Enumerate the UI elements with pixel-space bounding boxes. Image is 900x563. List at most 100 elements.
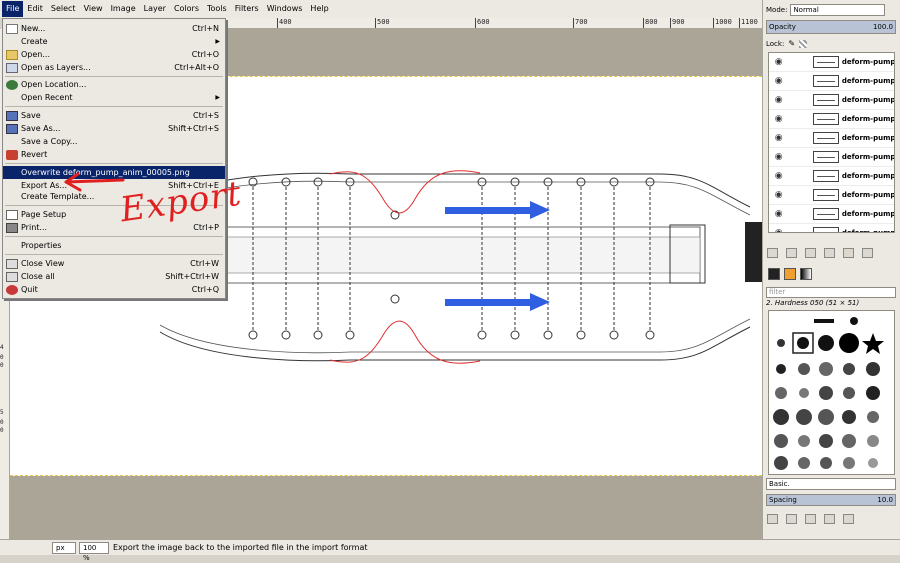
- layer-thumbnail: [813, 151, 839, 163]
- status-message: Export the image back to the imported fi…: [113, 543, 368, 552]
- layer-row[interactable]: ◉ deform-pump: [769, 167, 894, 186]
- eye-icon[interactable]: ◉: [769, 57, 788, 67]
- menubar: File Edit Select View Image Layer Colors…: [0, 0, 762, 18]
- layer-row[interactable]: ◉ deform-pump: [769, 53, 894, 72]
- brush-name-label: 2. Hardness 050 (51 × 51): [766, 299, 860, 307]
- open-folder-icon: [6, 49, 18, 60]
- menu-item-close-view[interactable]: Close View Ctrl+W: [3, 257, 225, 270]
- layer-row[interactable]: ◉ deform-pump: [769, 72, 894, 91]
- brush-preset-select[interactable]: Basic.: [766, 478, 896, 490]
- mode-select[interactable]: Normal: [790, 4, 886, 16]
- layer-row[interactable]: ◉ deform-pump: [769, 205, 894, 224]
- opacity-slider[interactable]: Opacity 100.0: [766, 20, 896, 34]
- patterns-tab[interactable]: [784, 268, 796, 280]
- duplicate-layer-button[interactable]: [843, 248, 854, 258]
- open-layers-icon: [6, 62, 18, 73]
- menu-item-open-recent[interactable]: Open Recent ▶: [3, 91, 225, 104]
- lock-alpha-icon[interactable]: [799, 39, 808, 48]
- delete-brush-button[interactable]: [824, 514, 835, 524]
- menu-view[interactable]: View: [80, 1, 107, 17]
- menu-layer[interactable]: Layer: [140, 1, 170, 17]
- eye-icon[interactable]: ◉: [769, 152, 788, 162]
- lower-layer-button[interactable]: [824, 248, 835, 258]
- ruler-tick: 400: [277, 18, 292, 28]
- layer-thumbnail: [813, 227, 839, 232]
- ruler-tick: 0: [0, 354, 4, 361]
- menu-file[interactable]: File: [2, 1, 24, 17]
- eye-icon[interactable]: ◉: [769, 190, 788, 200]
- layer-row[interactable]: ◉ deform-pump: [769, 110, 894, 129]
- eye-icon[interactable]: ◉: [769, 171, 788, 181]
- brushes-tab[interactable]: [768, 268, 780, 280]
- menu-edit[interactable]: Edit: [23, 1, 47, 17]
- menu-filters[interactable]: Filters: [231, 1, 263, 17]
- unit-select[interactable]: px: [52, 541, 76, 554]
- brush-thumbnails: [773, 317, 884, 470]
- layers-list[interactable]: ◉ deform-pump ◉ deform-pump ◉ deform-pump ◉…: [768, 52, 895, 233]
- page-setup-icon: [6, 209, 18, 220]
- brush-filter-input[interactable]: filter: [766, 287, 896, 298]
- ruler-tick: 0: [0, 362, 4, 369]
- menu-colors[interactable]: Colors: [170, 1, 203, 17]
- new-group-button[interactable]: [786, 248, 797, 258]
- quit-icon: [6, 284, 18, 295]
- eye-icon[interactable]: ◉: [769, 114, 788, 124]
- menu-tools[interactable]: Tools: [203, 1, 231, 17]
- menu-item-save-copy[interactable]: Save a Copy...: [3, 135, 225, 148]
- menu-help[interactable]: Help: [306, 1, 332, 17]
- eye-icon[interactable]: ◉: [769, 209, 788, 219]
- close-view-icon: [6, 258, 18, 269]
- menu-item-quit[interactable]: Quit Ctrl+Q: [3, 283, 225, 296]
- ruler-tick: 900: [670, 18, 685, 28]
- layer-row[interactable]: ◉ deform-pump: [769, 148, 894, 167]
- eye-icon[interactable]: ◉: [769, 95, 788, 105]
- brush-grid[interactable]: [768, 310, 895, 475]
- new-brush-button[interactable]: [786, 514, 797, 524]
- layer-row[interactable]: ◉ deform-pump: [769, 91, 894, 110]
- ruler-tick: 1100: [739, 18, 758, 28]
- menu-item-open-location[interactable]: Open Location...: [3, 78, 225, 91]
- layer-thumbnail: [813, 113, 839, 125]
- menu-select[interactable]: Select: [47, 1, 80, 17]
- ruler-tick: 0: [0, 427, 4, 434]
- mode-row: Mode: Normal: [763, 4, 900, 16]
- edit-brush-button[interactable]: [767, 514, 778, 524]
- menu-item-open[interactable]: Open... Ctrl+O: [3, 48, 225, 61]
- print-icon: [6, 222, 18, 233]
- layer-thumbnail: [813, 75, 839, 87]
- save-icon: [6, 110, 18, 121]
- right-dock-panel: Mode: Normal Opacity 100.0 Lock: ✎ ◉ defo…: [762, 0, 900, 539]
- eye-icon[interactable]: ◉: [769, 228, 788, 232]
- menu-item-save-as[interactable]: Save As... Shift+Ctrl+S: [3, 122, 225, 135]
- ruler-top[interactable]: 400 500 600 700 800 900 1000 1100: [225, 18, 762, 29]
- duplicate-brush-button[interactable]: [805, 514, 816, 524]
- new-layer-button[interactable]: [767, 248, 778, 258]
- gradients-tab[interactable]: [800, 268, 812, 280]
- menu-windows[interactable]: Windows: [263, 1, 307, 17]
- menu-item-revert[interactable]: Revert: [3, 148, 225, 161]
- ruler-tick: 700: [573, 18, 588, 28]
- layer-thumbnail: [813, 170, 839, 182]
- zoom-select[interactable]: 100 %: [79, 541, 109, 562]
- menu-item-close-all[interactable]: Close all Shift+Ctrl+W: [3, 270, 225, 283]
- eye-icon[interactable]: ◉: [769, 76, 788, 86]
- layer-row[interactable]: ◉ deform-pump: [769, 186, 894, 205]
- ruler-tick: 600: [475, 18, 490, 28]
- layer-row[interactable]: ◉ deform-pump: [769, 129, 894, 148]
- lock-row: Lock: ✎: [763, 39, 900, 48]
- eye-icon[interactable]: ◉: [769, 133, 788, 143]
- refresh-brushes-button[interactable]: [843, 514, 854, 524]
- delete-layer-button[interactable]: [862, 248, 873, 258]
- brush-toolbar: [763, 512, 900, 526]
- menu-item-open-as-layers[interactable]: Open as Layers... Ctrl+Alt+O: [3, 61, 225, 74]
- menu-item-new[interactable]: New... Ctrl+N: [3, 22, 225, 35]
- raise-layer-button[interactable]: [805, 248, 816, 258]
- layer-row[interactable]: ◉ deform-pump: [769, 224, 894, 232]
- lock-pixels-icon[interactable]: ✎: [788, 39, 795, 48]
- menu-image[interactable]: Image: [107, 1, 140, 17]
- menu-item-save[interactable]: Save Ctrl+S: [3, 109, 225, 122]
- spacing-slider[interactable]: Spacing 10.0: [766, 494, 896, 506]
- new-file-icon: [6, 23, 18, 34]
- menu-item-create[interactable]: Create ▶: [3, 35, 225, 48]
- layer-thumbnail: [813, 189, 839, 201]
